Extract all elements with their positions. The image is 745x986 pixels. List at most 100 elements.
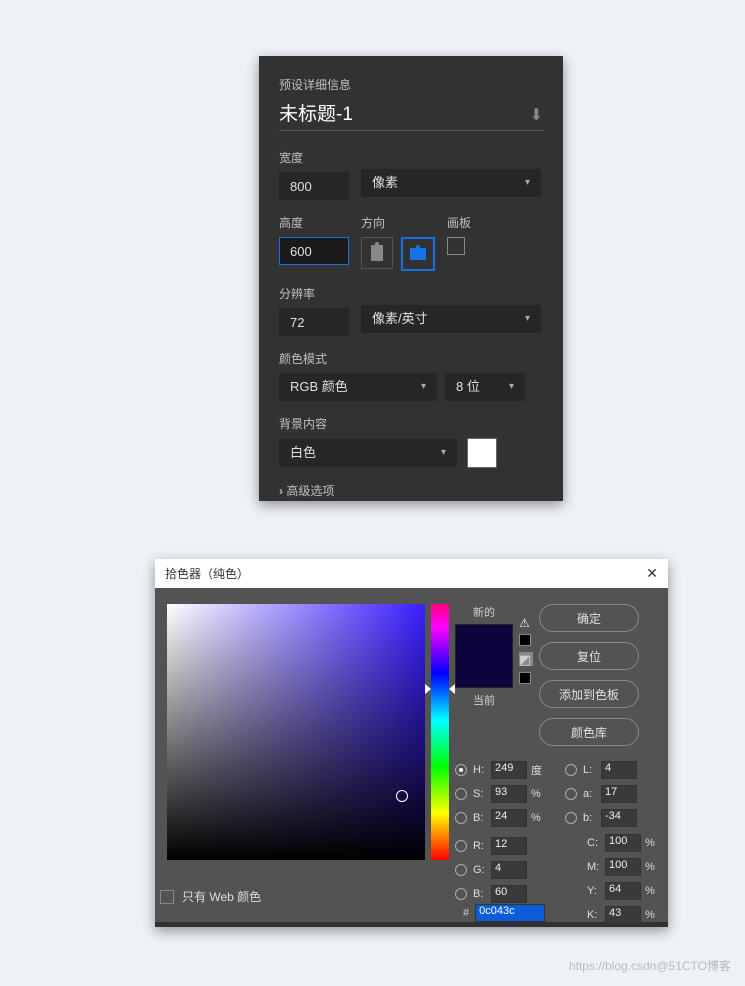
gamut-warning-icon[interactable]: ⚠ <box>519 616 531 628</box>
a-input[interactable]: 17 <box>601 785 637 803</box>
bg-value: 白色 <box>290 439 316 467</box>
resolution-input[interactable]: 72 <box>279 308 349 336</box>
portrait-icon <box>371 245 383 261</box>
saturation-value-field[interactable] <box>167 604 425 860</box>
chevron-down-icon: ▾ <box>421 373 426 401</box>
bg-label: 背景内容 <box>279 415 543 432</box>
bl-input[interactable]: 60 <box>491 885 527 903</box>
lab-b-input[interactable]: -34 <box>601 809 637 827</box>
bit-depth-value: 8 位 <box>456 373 480 401</box>
orientation-label: 方向 <box>361 214 435 231</box>
resolution-label: 分辨率 <box>279 285 349 302</box>
sv-cursor-icon <box>396 790 408 802</box>
width-unit-select[interactable]: 像素 ▾ <box>361 169 541 197</box>
reset-button[interactable]: 复位 <box>539 642 639 670</box>
width-label: 宽度 <box>279 149 349 166</box>
web-only-checkbox[interactable] <box>160 890 174 904</box>
color-lib-button[interactable]: 颜色库 <box>539 718 639 746</box>
l-input[interactable]: 4 <box>601 761 637 779</box>
new-color-swatch <box>456 625 512 656</box>
websafe-swatch[interactable] <box>519 672 531 684</box>
h-input[interactable]: 249 <box>491 761 527 779</box>
c-label: C: <box>587 837 601 849</box>
height-label: 高度 <box>279 214 349 231</box>
lab-b-label: b: <box>583 812 597 824</box>
gamut-swatch[interactable] <box>519 634 531 646</box>
h-label: H: <box>473 764 487 776</box>
chevron-down-icon: ▾ <box>525 305 530 333</box>
r-radio[interactable] <box>455 840 467 852</box>
m-input[interactable]: 100 <box>605 858 641 876</box>
current-color-label: 当前 <box>473 692 495 708</box>
hex-label: # <box>463 907 469 919</box>
resolution-unit-select[interactable]: 像素/英寸 ▾ <box>361 305 541 333</box>
artboard-checkbox[interactable] <box>447 237 465 255</box>
k-input[interactable]: 43 <box>605 906 641 924</box>
r-input[interactable]: 12 <box>491 837 527 855</box>
bit-depth-select[interactable]: 8 位 ▾ <box>445 373 525 401</box>
add-swatch-button[interactable]: 添加到色板 <box>539 680 639 708</box>
b-unit: % <box>531 812 545 824</box>
hue-pointer-icon <box>449 684 455 694</box>
g-radio[interactable] <box>455 864 467 876</box>
artboard-label: 画板 <box>447 214 471 231</box>
lab-group: L: 4 a: 17 b: -34 <box>565 758 637 830</box>
advanced-toggle[interactable]: 高级选项 <box>279 482 543 499</box>
color-mode-label: 颜色模式 <box>279 350 543 367</box>
width-unit-value: 像素 <box>372 169 398 197</box>
close-icon[interactable]: ✕ <box>646 565 658 582</box>
height-input[interactable]: 600 <box>279 237 349 265</box>
color-preview <box>455 624 513 688</box>
cmyk-group: C:100% M:100% Y:64% K:43% <box>587 831 659 927</box>
color-mode-value: RGB 颜色 <box>290 373 348 401</box>
cube-icon[interactable]: ◩ <box>519 652 533 666</box>
resolution-unit-value: 像素/英寸 <box>372 305 428 333</box>
orientation-landscape-button[interactable] <box>401 237 435 271</box>
new-color-label: 新的 <box>473 604 495 620</box>
g-label: G: <box>473 864 487 876</box>
doc-name-input[interactable]: 未标题-1 <box>279 99 353 126</box>
bl-label: B: <box>473 888 487 900</box>
picker-title: 拾色器（纯色） <box>165 565 249 582</box>
y-label: Y: <box>587 885 601 897</box>
bg-select[interactable]: 白色 ▾ <box>279 439 457 467</box>
s-radio[interactable] <box>455 788 467 800</box>
watermark-text: https://blog.csdn@51CTO博客 <box>569 957 731 974</box>
l-label: L: <box>583 764 597 776</box>
a-label: a: <box>583 788 597 800</box>
a-radio[interactable] <box>565 788 577 800</box>
hex-input[interactable]: 0c043c <box>475 904 545 922</box>
b-input[interactable]: 24 <box>491 809 527 827</box>
g-input[interactable]: 4 <box>491 861 527 879</box>
color-mode-select[interactable]: RGB 颜色 ▾ <box>279 373 437 401</box>
h-unit: 度 <box>531 762 545 778</box>
s-input[interactable]: 93 <box>491 785 527 803</box>
y-input[interactable]: 64 <box>605 882 641 900</box>
c-input[interactable]: 100 <box>605 834 641 852</box>
bl-radio[interactable] <box>455 888 467 900</box>
new-doc-panel: 预设详细信息 未标题-1 ⬇ 宽度 800 像素 ▾ 高度 600 方向 <box>259 56 563 501</box>
landscape-icon <box>410 248 426 260</box>
l-radio[interactable] <box>565 764 577 776</box>
s-unit: % <box>531 788 545 800</box>
k-label: K: <box>587 909 601 921</box>
web-only-label: 只有 Web 颜色 <box>182 888 261 905</box>
chevron-down-icon: ▾ <box>509 373 514 401</box>
chevron-down-icon: ▾ <box>441 439 446 467</box>
bg-swatch[interactable] <box>467 438 497 468</box>
width-input[interactable]: 800 <box>279 172 349 200</box>
current-color-swatch[interactable] <box>456 656 512 687</box>
b-label: B: <box>473 812 487 824</box>
lab-b-radio[interactable] <box>565 812 577 824</box>
m-label: M: <box>587 861 601 873</box>
preset-section-label: 预设详细信息 <box>279 76 543 93</box>
chevron-down-icon: ▾ <box>525 169 530 197</box>
ok-button[interactable]: 确定 <box>539 604 639 632</box>
r-label: R: <box>473 840 487 852</box>
s-label: S: <box>473 788 487 800</box>
download-icon[interactable]: ⬇ <box>530 105 543 125</box>
hue-slider[interactable] <box>431 604 449 860</box>
orientation-portrait-button[interactable] <box>361 237 393 269</box>
b-radio[interactable] <box>455 812 467 824</box>
h-radio[interactable] <box>455 764 467 776</box>
